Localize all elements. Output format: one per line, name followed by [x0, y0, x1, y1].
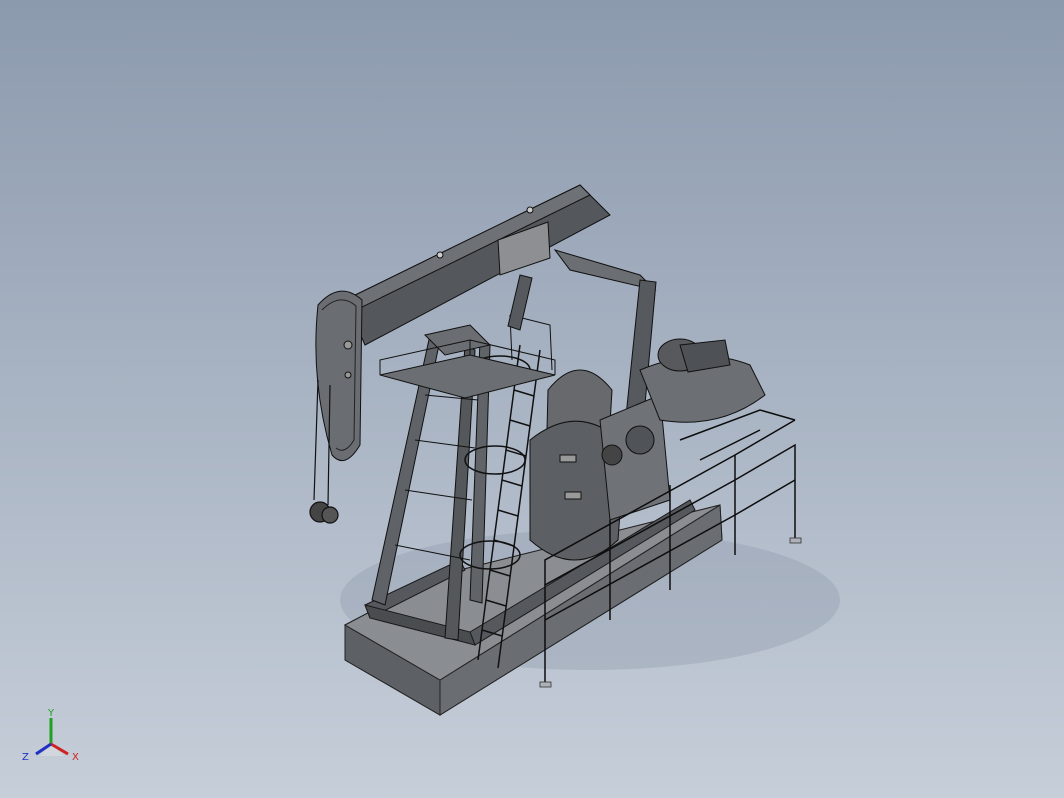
y-axis-label: Y	[47, 708, 55, 719]
horse-head	[315, 290, 363, 462]
x-axis-label: X	[72, 752, 79, 763]
graphics-viewport[interactable]: Y X Z	[0, 0, 1064, 798]
motor-belt-guard	[639, 338, 766, 423]
pumpjack-model[interactable]	[0, 0, 1064, 798]
z-axis-label: Z	[22, 752, 29, 763]
view-orientation-triad[interactable]: Y X Z	[18, 704, 88, 774]
